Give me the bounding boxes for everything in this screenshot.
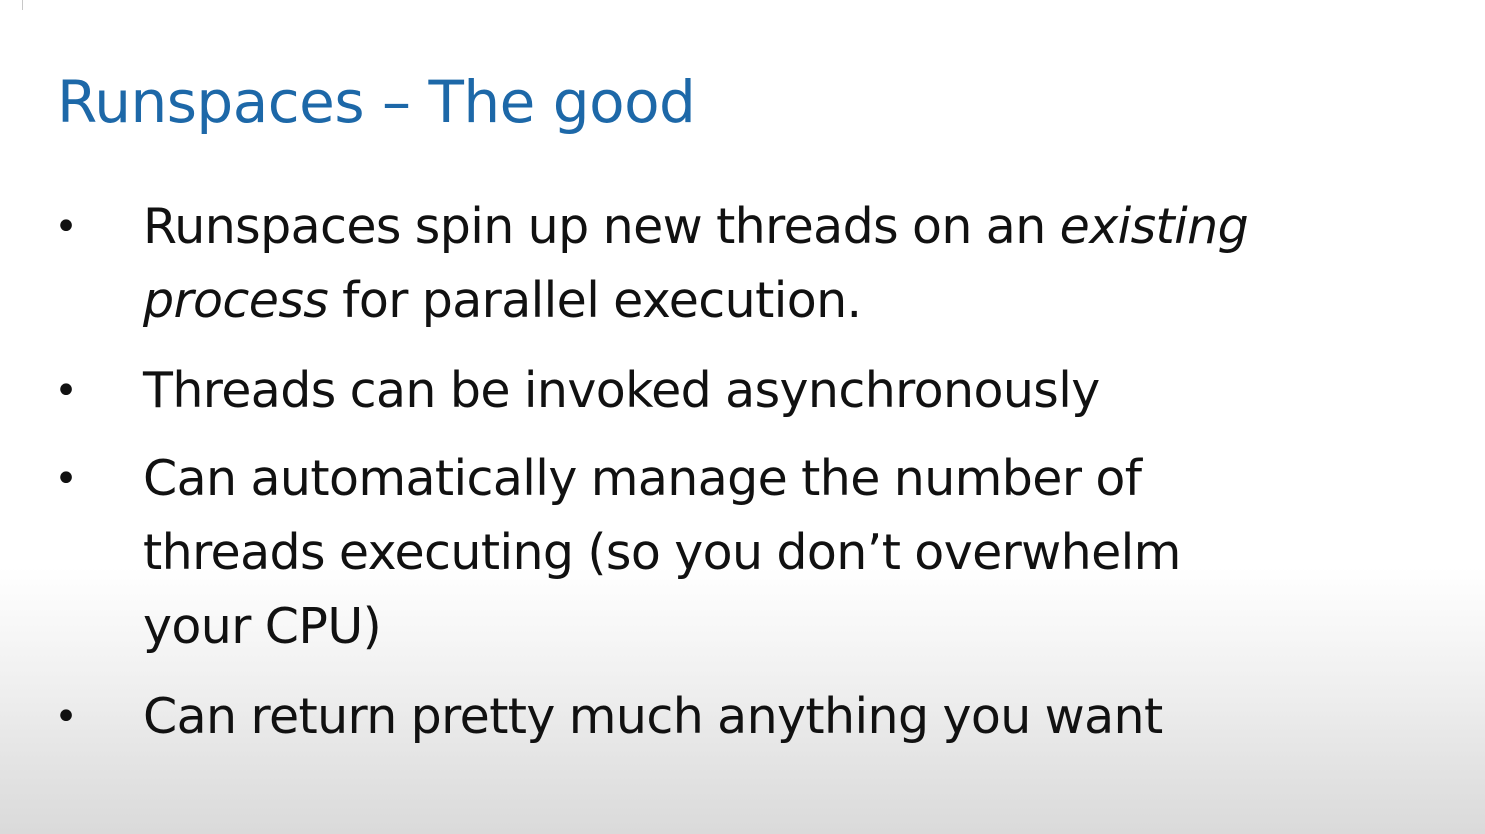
slide-title: Runspaces – The good: [57, 68, 696, 136]
bullet-text: Can automatically manage the number of t…: [143, 442, 1433, 664]
corner-mark: [22, 0, 23, 10]
bullet-line: Runspaces spin up new threads on an exis…: [143, 190, 1433, 264]
bullet-text: Can return pretty much anything you want: [143, 680, 1433, 754]
bullet-line: Can automatically manage the number of: [143, 450, 1142, 507]
bullet-marker: •: [54, 368, 78, 414]
bullet-line: Can return pretty much anything you want: [143, 688, 1163, 745]
slide: Runspaces – The good • Runspaces spin up…: [0, 0, 1485, 834]
bullet-line: threads executing (so you don’t overwhel…: [143, 524, 1181, 581]
bullet-text-segment: Runspaces spin up new threads on an: [143, 198, 1060, 255]
bullet-marker: •: [54, 204, 78, 250]
bullet-line: your CPU): [143, 598, 382, 655]
bullet-emphasis: process: [143, 272, 329, 329]
bullet-text: Threads can be invoked asynchronously: [143, 354, 1433, 428]
bullet-line: process for parallel execution.: [143, 264, 1433, 338]
bullet-marker: •: [54, 694, 78, 740]
bullet-marker: •: [54, 456, 78, 502]
bullet-emphasis: existing: [1059, 198, 1249, 255]
bullet-text-segment: for parallel execution.: [328, 272, 862, 329]
bullet-text: Runspaces spin up new threads on an exis…: [143, 190, 1433, 338]
bullet-line: Threads can be invoked asynchronously: [143, 362, 1100, 419]
